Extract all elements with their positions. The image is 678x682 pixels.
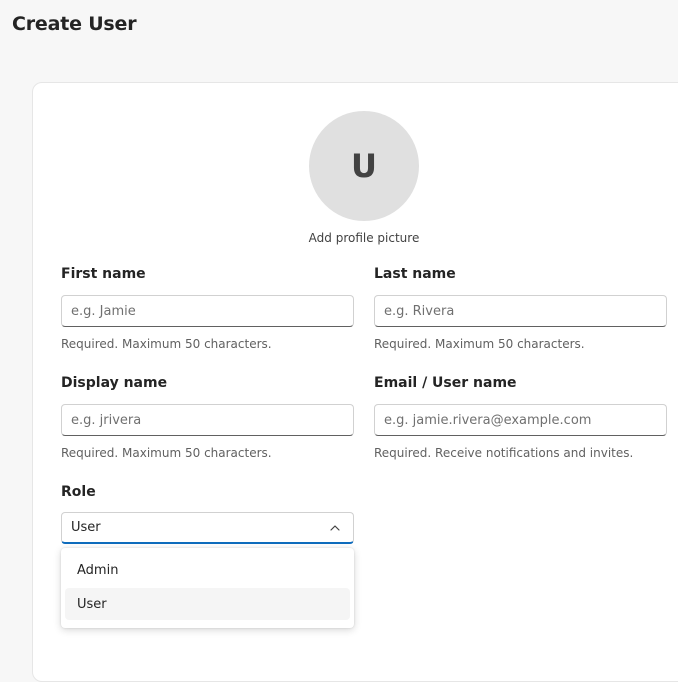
last-name-hint: Required. Maximum 50 characters. bbox=[374, 337, 585, 351]
first-name-label: First name bbox=[61, 266, 146, 282]
chevron-up-icon[interactable] bbox=[329, 522, 341, 534]
display-name-label: Display name bbox=[61, 375, 168, 391]
role-label: Role bbox=[61, 484, 96, 500]
role-option-admin[interactable]: Admin bbox=[65, 554, 350, 586]
role-listbox: Admin User bbox=[61, 548, 354, 628]
role-selected-value: User bbox=[71, 520, 101, 535]
role-dropdown[interactable]: User bbox=[61, 512, 354, 544]
display-name-input[interactable] bbox=[61, 404, 354, 436]
first-name-input[interactable] bbox=[61, 295, 354, 327]
avatar-initial: U bbox=[351, 147, 377, 185]
last-name-label: Last name bbox=[374, 266, 456, 282]
email-hint: Required. Receive notifications and invi… bbox=[374, 446, 634, 460]
page-title: Create User bbox=[12, 13, 137, 35]
email-input[interactable] bbox=[374, 404, 667, 436]
first-name-hint: Required. Maximum 50 characters. bbox=[61, 337, 272, 351]
avatar[interactable]: U bbox=[309, 111, 419, 221]
email-label: Email / User name bbox=[374, 375, 517, 391]
last-name-input[interactable] bbox=[374, 295, 667, 327]
display-name-hint: Required. Maximum 50 characters. bbox=[61, 446, 272, 460]
add-profile-picture-link[interactable]: Add profile picture bbox=[264, 231, 464, 245]
role-option-user[interactable]: User bbox=[65, 588, 350, 620]
